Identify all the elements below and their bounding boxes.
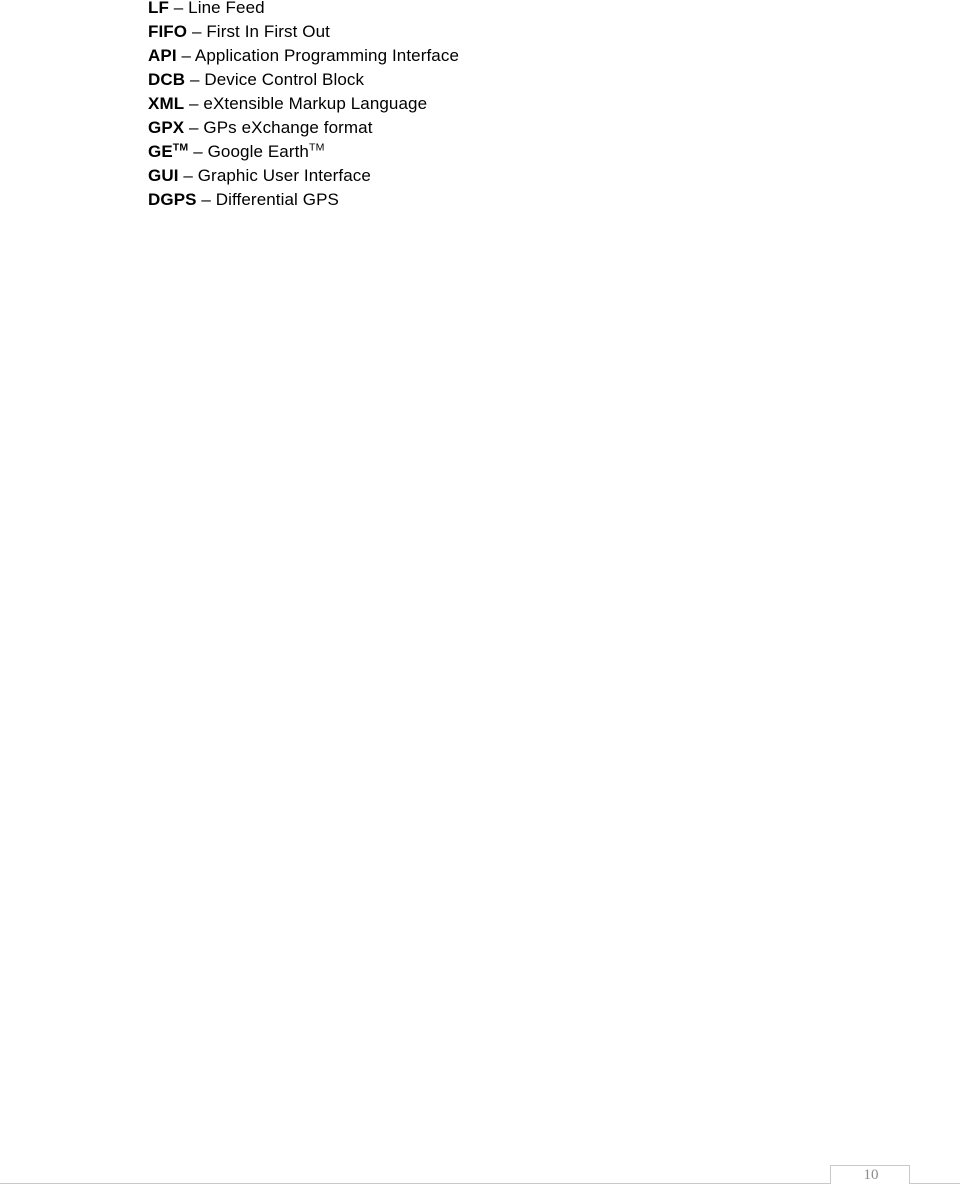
document-page: LF – Line Feed FIFO – First In First Out A…: [0, 0, 960, 1189]
en-dash-separator: –: [187, 22, 207, 41]
en-dash-separator: –: [176, 46, 195, 65]
abbreviation-entry: DCB – Device Control Block: [148, 68, 908, 92]
en-dash-separator: –: [196, 190, 216, 209]
abbreviation-term: DGPS: [148, 190, 197, 209]
footer-rule: [0, 1183, 960, 1184]
abbreviation-entry: API – Application Programming Interface: [148, 44, 908, 68]
abbreviation-entry: XML – eXtensible Markup Language: [148, 92, 908, 116]
page-number-box: 10: [830, 1165, 910, 1184]
en-dash-separator: –: [168, 0, 189, 17]
abbreviation-term: XML: [148, 94, 185, 113]
abbreviation-definition: eXtensible Markup Language: [203, 94, 428, 113]
trademark-icon: TM: [308, 141, 325, 154]
abbreviation-term: DCB: [148, 70, 186, 89]
en-dash-separator: –: [188, 142, 208, 161]
abbreviation-term: GE: [148, 142, 173, 161]
abbreviation-definition: Graphic User Interface: [197, 166, 371, 185]
abbreviation-entry: DGPS – Differential GPS: [148, 188, 908, 212]
abbreviation-definition: Device Control Block: [204, 70, 365, 89]
en-dash-separator: –: [184, 94, 204, 113]
abbreviation-definition: GPs eXchange format: [203, 118, 373, 137]
page-footer: 10: [0, 1149, 960, 1189]
abbreviation-term: GUI: [148, 166, 179, 185]
abbreviation-definition: First In First Out: [206, 22, 330, 41]
abbreviation-term: FIFO: [148, 22, 188, 41]
abbreviation-list: LF – Line Feed FIFO – First In First Out A…: [148, 0, 908, 212]
abbreviation-entry: GETM – Google EarthTM: [148, 140, 908, 164]
en-dash-separator: –: [185, 70, 205, 89]
abbreviation-definition: Application Programming Interface: [194, 46, 459, 65]
abbreviation-term: GPX: [148, 118, 185, 137]
abbreviation-entry: GPX – GPs eXchange format: [148, 116, 908, 140]
abbreviation-entry: GUI – Graphic User Interface: [148, 164, 908, 188]
trademark-icon: TM: [172, 141, 189, 154]
abbreviation-term: LF: [148, 0, 169, 17]
abbreviation-definition: Differential GPS: [215, 190, 339, 209]
abbreviation-definition: Google Earth: [207, 142, 309, 161]
en-dash-separator: –: [178, 166, 198, 185]
abbreviation-entry: LF – Line Feed: [148, 0, 908, 20]
abbreviation-term: API: [148, 46, 177, 65]
abbreviation-entry: FIFO – First In First Out: [148, 20, 908, 44]
en-dash-separator: –: [184, 118, 204, 137]
abbreviation-definition: Line Feed: [188, 0, 265, 17]
page-number: 10: [863, 1167, 879, 1183]
